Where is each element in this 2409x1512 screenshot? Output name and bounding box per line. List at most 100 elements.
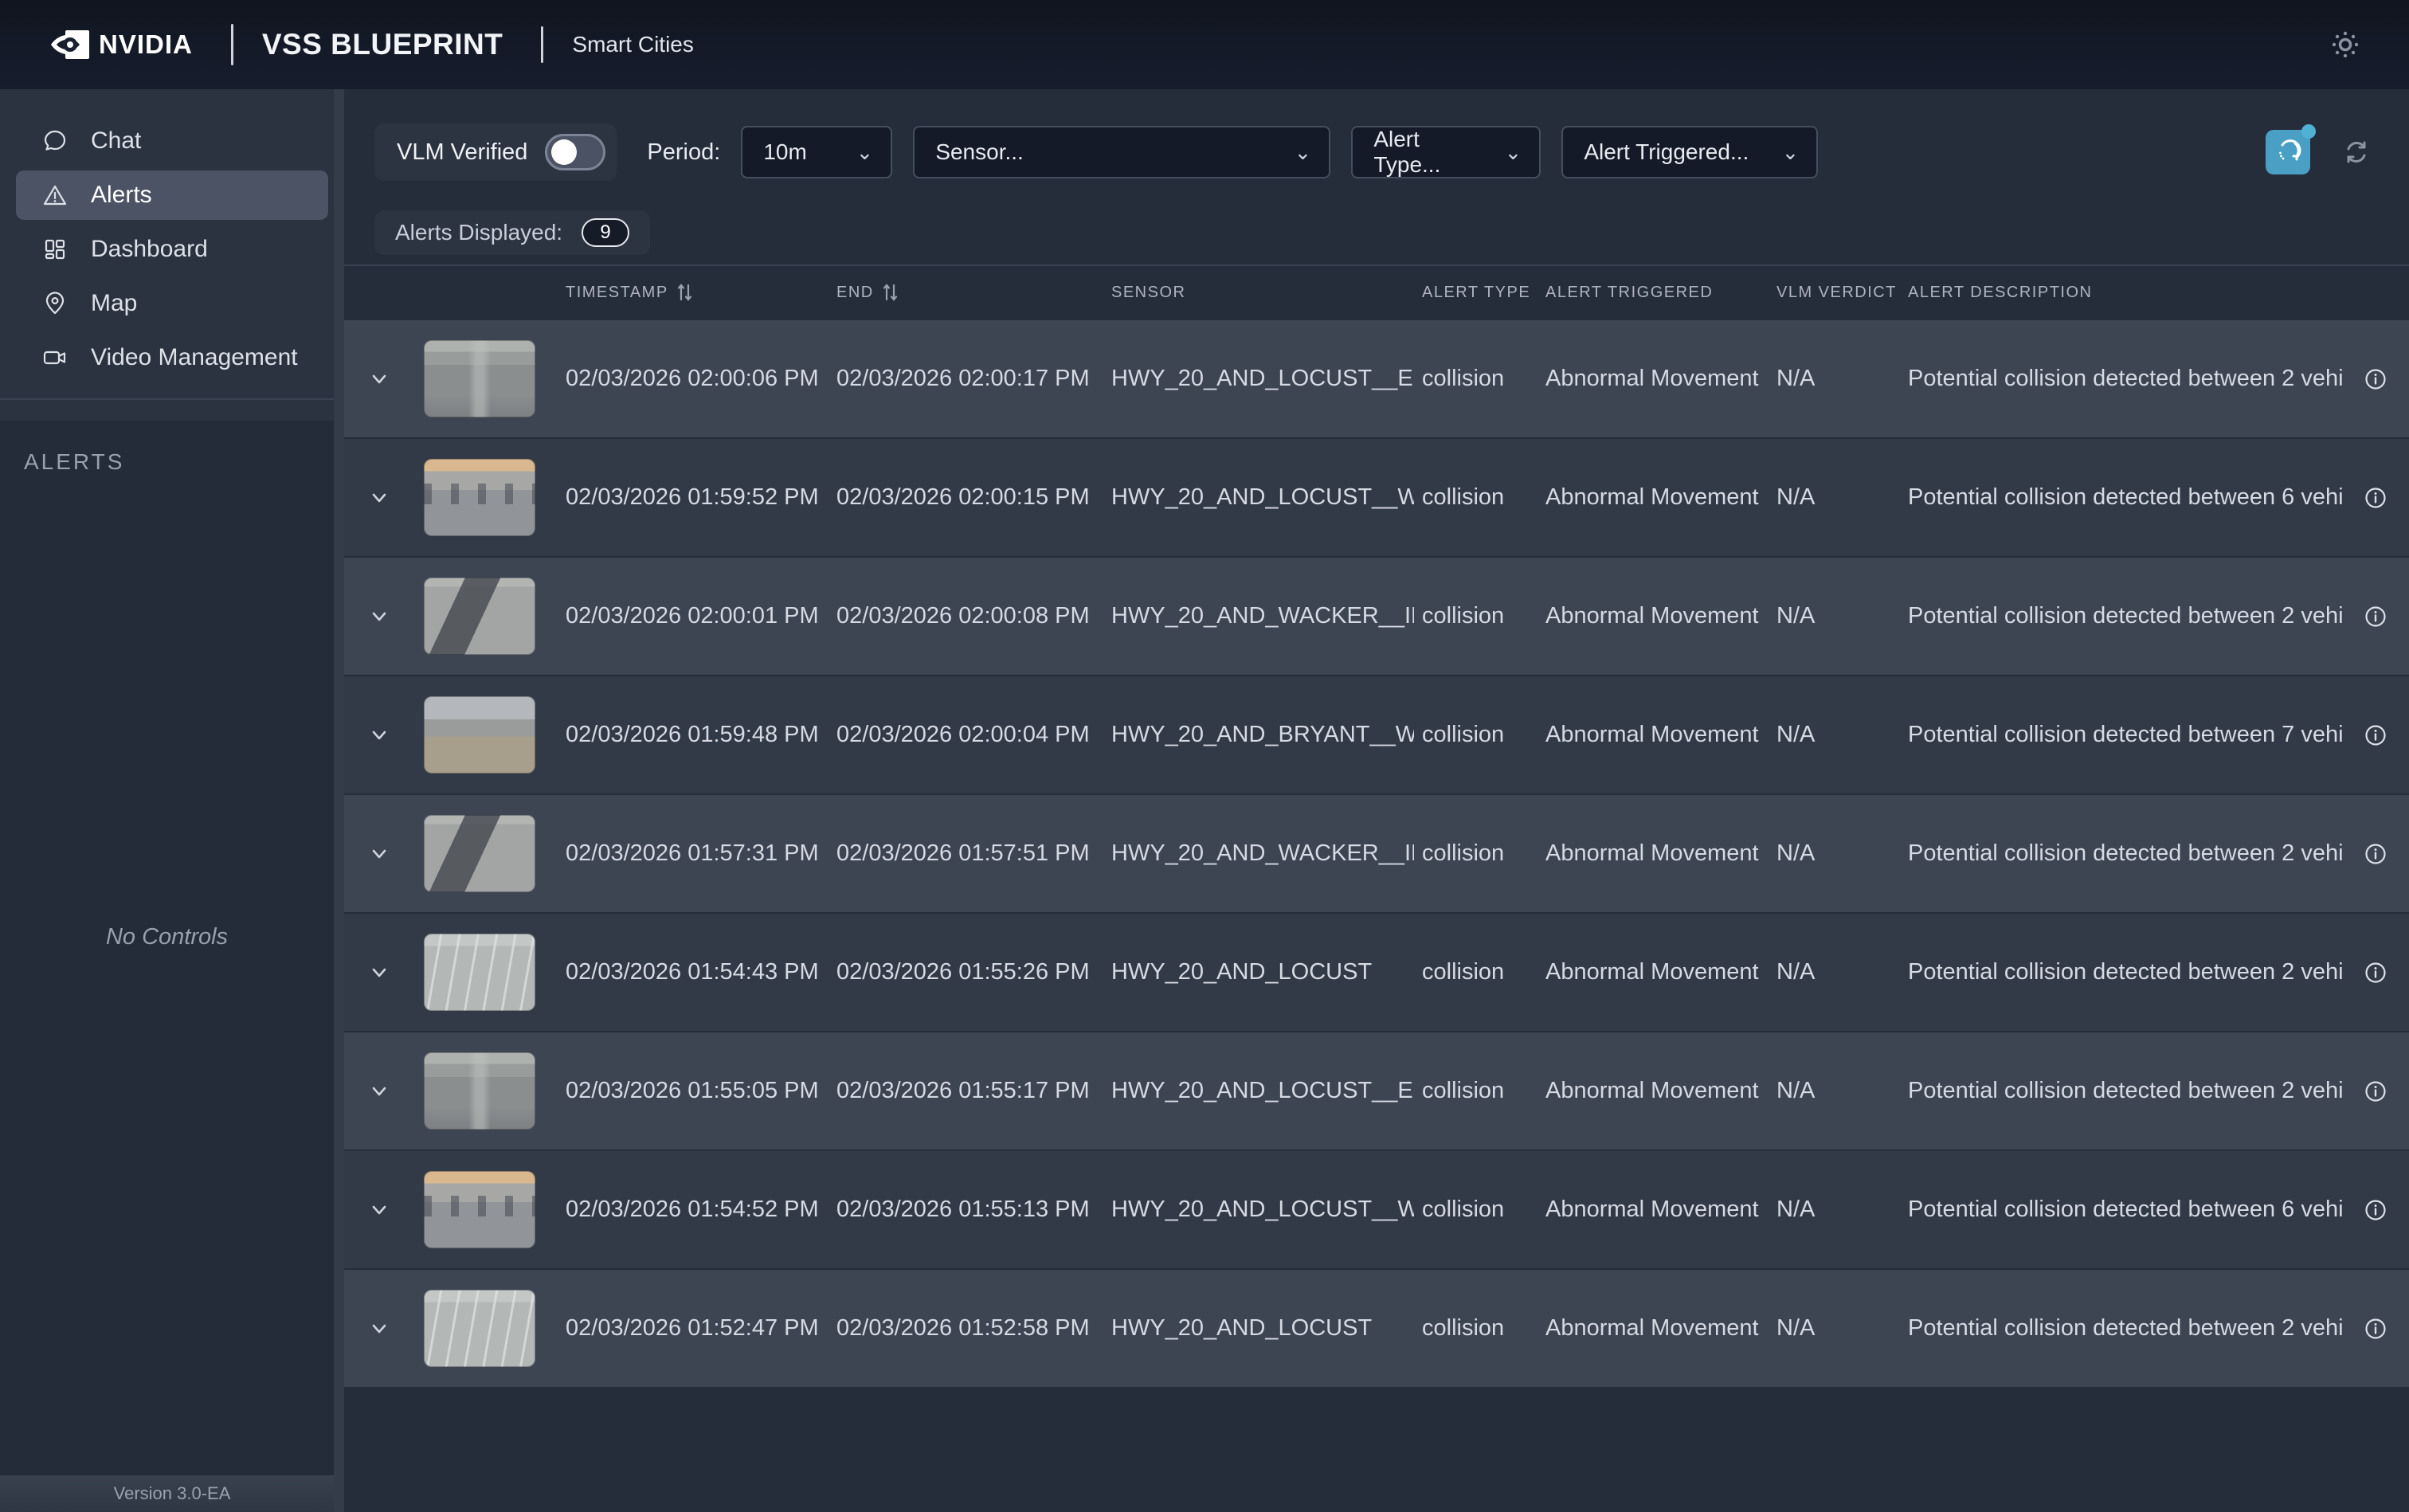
alert-thumbnail[interactable] <box>424 1052 535 1130</box>
info-icon[interactable] <box>2364 1318 2387 1340</box>
expand-chevron-icon[interactable] <box>367 723 391 747</box>
alert-description-cell: Potential collision detected between 2 v… <box>1908 840 2342 866</box>
table-row[interactable]: 02/03/2026 01:59:52 PM 02/03/2026 02:00:… <box>344 437 2409 556</box>
table-row[interactable]: 02/03/2026 01:54:52 PM 02/03/2026 01:55:… <box>344 1150 2409 1268</box>
expand-chevron-icon[interactable] <box>367 1198 391 1222</box>
sort-icon[interactable] <box>882 282 899 303</box>
sidebar-item-label: Video Management <box>91 344 298 370</box>
alert-description-cell: Potential collision detected between 7 v… <box>1908 722 2342 747</box>
table-row[interactable]: 02/03/2026 01:59:48 PM 02/03/2026 02:00:… <box>344 675 2409 793</box>
sidebar-item-chat[interactable]: Chat <box>16 116 328 166</box>
timestamp-cell: 02/03/2026 02:00:01 PM <box>566 603 819 629</box>
info-icon[interactable] <box>2364 605 2387 628</box>
sidebar-scrollbar[interactable] <box>334 89 344 1512</box>
video-camera-icon <box>43 351 66 365</box>
column-header-alert-type: ALERT TYPE <box>1422 283 1531 301</box>
alert-triggered-select[interactable]: Alert Triggered... ⌄ <box>1561 126 1819 178</box>
expand-chevron-icon[interactable] <box>367 842 391 866</box>
alerts-table: TIMESTAMP END SENSOR ALERT TYPE ALERT TR… <box>344 264 2409 1387</box>
vlm-verdict-cell: N/A <box>1776 603 1816 629</box>
vlm-verdict-cell: N/A <box>1776 484 1816 510</box>
sync-icon <box>2347 141 2366 163</box>
alert-description-cell: Potential collision detected between 6 v… <box>1908 1197 2342 1222</box>
sidebar-item-dashboard[interactable]: Dashboard <box>16 225 328 274</box>
timestamp-cell: 02/03/2026 01:57:31 PM <box>566 840 819 866</box>
nvidia-eye-icon <box>51 30 89 59</box>
sensor-cell: HWY_20_AND_WACKER__INT <box>1111 603 1414 629</box>
table-row[interactable]: 02/03/2026 01:52:47 PM 02/03/2026 01:52:… <box>344 1268 2409 1387</box>
table-body: 02/03/2026 02:00:06 PM 02/03/2026 02:00:… <box>344 319 2409 1387</box>
expand-chevron-icon[interactable] <box>367 1079 391 1103</box>
table-row[interactable]: 02/03/2026 01:57:31 PM 02/03/2026 01:57:… <box>344 793 2409 912</box>
alert-thumbnail[interactable] <box>424 459 535 536</box>
end-cell: 02/03/2026 01:55:26 PM <box>836 959 1090 985</box>
table-row[interactable]: 02/03/2026 02:00:06 PM 02/03/2026 02:00:… <box>344 319 2409 437</box>
end-cell: 02/03/2026 02:00:04 PM <box>836 722 1090 747</box>
vlm-verdict-cell: N/A <box>1776 1197 1816 1222</box>
sidebar-item-alerts[interactable]: Alerts <box>16 170 328 220</box>
info-icon[interactable] <box>2364 368 2387 390</box>
info-icon[interactable] <box>2364 843 2387 865</box>
alert-thumbnail[interactable] <box>424 578 535 655</box>
dashboard-grid-icon <box>45 239 65 260</box>
expand-chevron-icon[interactable] <box>367 605 391 629</box>
alert-thumbnail[interactable] <box>424 934 535 1011</box>
expand-chevron-icon[interactable] <box>367 367 391 391</box>
alert-type-cell: collision <box>1422 1078 1505 1103</box>
alert-type-cell: collision <box>1422 1197 1505 1222</box>
sensor-cell: HWY_20_AND_WACKER__INT <box>1111 840 1414 866</box>
alert-description-cell: Potential collision detected between 2 v… <box>1908 603 2342 629</box>
alerts-displayed-pill: Alerts Displayed: 9 <box>374 210 651 255</box>
sidebar-item-video-management[interactable]: Video Management <box>16 333 328 382</box>
alert-description-cell: Potential collision detected between 2 v… <box>1908 1315 2342 1341</box>
refresh-button[interactable] <box>2336 131 2377 173</box>
end-cell: 02/03/2026 02:00:08 PM <box>836 603 1090 629</box>
sun-icon <box>2332 31 2359 58</box>
sidebar-item-map[interactable]: Map <box>16 279 328 328</box>
sort-icon[interactable] <box>676 282 694 303</box>
alert-triggered-cell: Abnormal Movement <box>1545 959 1759 985</box>
product-name: VSS BLUEPRINT <box>261 28 503 61</box>
period-select[interactable]: 10m ⌄ <box>741 126 893 178</box>
info-icon[interactable] <box>2364 1080 2387 1103</box>
theme-toggle-button[interactable] <box>2323 22 2368 67</box>
timestamp-cell: 02/03/2026 01:54:43 PM <box>566 959 819 985</box>
expand-chevron-icon[interactable] <box>367 961 391 985</box>
chevron-down-icon: ⌄ <box>1504 139 1522 164</box>
sensor-select[interactable]: Sensor... ⌄ <box>913 126 1331 178</box>
vlm-verified-toggle[interactable] <box>545 134 606 170</box>
main-content: VLM Verified Period: 10m ⌄ Sensor... ⌄ A… <box>344 89 2409 1512</box>
sensor-cell: HWY_20_AND_LOCUST__EBA <box>1111 366 1414 391</box>
alert-thumbnail[interactable] <box>424 696 535 774</box>
expand-chevron-icon[interactable] <box>367 486 391 510</box>
info-icon[interactable] <box>2364 1199 2387 1221</box>
warning-triangle-icon <box>43 185 67 206</box>
sensor-cell: HWY_20_AND_LOCUST__WBA <box>1111 484 1414 510</box>
column-header-timestamp[interactable]: TIMESTAMP <box>558 282 828 303</box>
timestamp-cell: 02/03/2026 01:59:52 PM <box>566 484 819 510</box>
period-label: Period: <box>647 139 721 165</box>
sensor-cell: HWY_20_AND_LOCUST__WBA <box>1111 1197 1414 1222</box>
alert-thumbnail[interactable] <box>424 1290 535 1367</box>
chevron-down-icon: ⌄ <box>1781 139 1800 164</box>
alert-thumbnail[interactable] <box>424 1171 535 1248</box>
alert-description-cell: Potential collision detected between 6 v… <box>1908 484 2342 510</box>
auto-refresh-button[interactable] <box>2266 124 2316 174</box>
info-icon[interactable] <box>2364 962 2387 984</box>
expand-chevron-icon[interactable] <box>367 1317 391 1341</box>
alert-type-placeholder: Alert Type... <box>1373 127 1441 177</box>
info-icon[interactable] <box>2364 724 2387 746</box>
table-row[interactable]: 02/03/2026 01:55:05 PM 02/03/2026 01:55:… <box>344 1031 2409 1150</box>
timestamp-cell: 02/03/2026 02:00:06 PM <box>566 366 819 391</box>
table-header: TIMESTAMP END SENSOR ALERT TYPE ALERT TR… <box>344 266 2409 319</box>
alert-triggered-cell: Abnormal Movement <box>1545 366 1759 391</box>
alert-description-cell: Potential collision detected between 2 v… <box>1908 366 2342 391</box>
alert-thumbnail[interactable] <box>424 815 535 892</box>
info-icon[interactable] <box>2364 487 2387 509</box>
table-row[interactable]: 02/03/2026 01:54:43 PM 02/03/2026 01:55:… <box>344 912 2409 1031</box>
table-row[interactable]: 02/03/2026 02:00:01 PM 02/03/2026 02:00:… <box>344 556 2409 675</box>
sidebar-item-label: Map <box>91 290 138 316</box>
alert-type-select[interactable]: Alert Type... ⌄ <box>1351 126 1541 178</box>
column-header-end[interactable]: END <box>828 282 1103 303</box>
alert-thumbnail[interactable] <box>424 340 535 417</box>
